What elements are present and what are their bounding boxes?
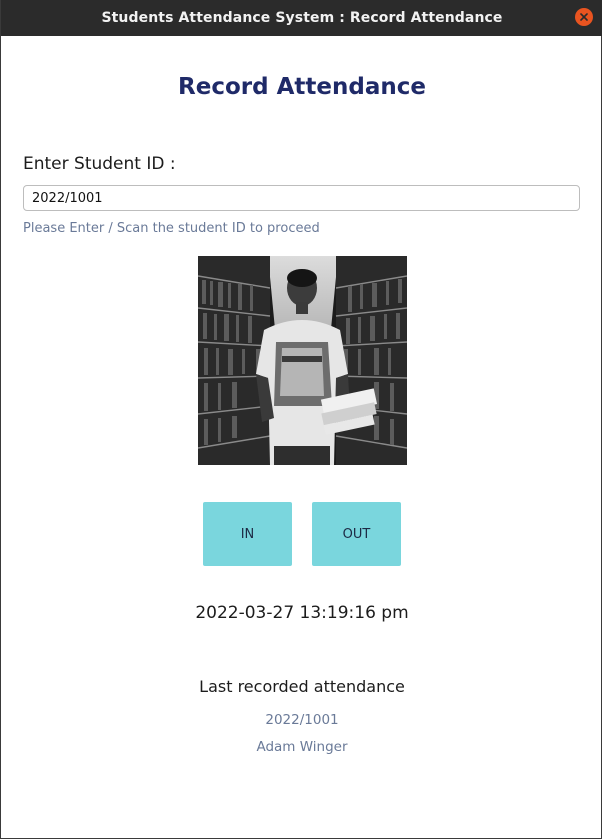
in-button[interactable]: IN [203, 502, 292, 566]
window-title: Students Attendance System : Record Atte… [101, 10, 503, 26]
last-attendance-student-name: Adam Winger [256, 739, 348, 755]
close-button[interactable] [575, 8, 593, 26]
page-title: Record Attendance [178, 74, 426, 100]
student-photo [198, 256, 407, 465]
title-bar: Students Attendance System : Record Atte… [1, 0, 602, 36]
close-icon [580, 13, 588, 21]
app-window: Students Attendance System : Record Atte… [0, 0, 602, 839]
helper-text: Please Enter / Scan the student ID to pr… [23, 221, 320, 236]
student-id-input[interactable] [23, 185, 580, 211]
current-datetime: 2022-03-27 13:19:16 pm [195, 603, 409, 623]
out-button[interactable]: OUT [312, 502, 401, 566]
last-attendance-student-id: 2022/1001 [265, 712, 339, 728]
student-id-label: Enter Student ID : [23, 154, 176, 174]
last-attendance-heading: Last recorded attendance [199, 677, 405, 696]
